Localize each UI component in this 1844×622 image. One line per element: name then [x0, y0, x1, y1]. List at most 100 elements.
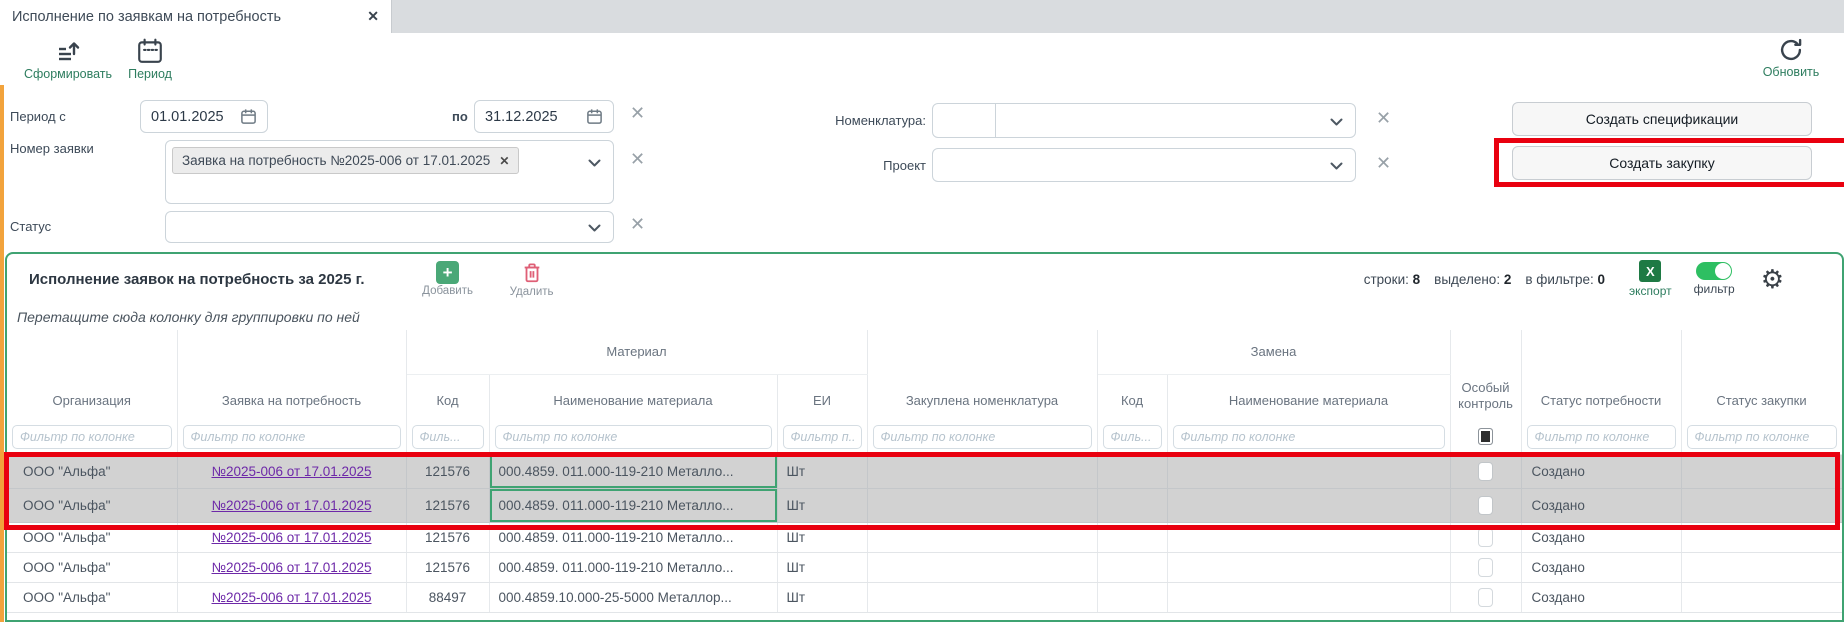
filter-checkbox-control[interactable] [1478, 428, 1493, 445]
filter-input-status-need[interactable] [1527, 425, 1676, 449]
date-picker-icon[interactable] [240, 108, 257, 125]
request-link[interactable]: №2025-006 от 17.01.2025 [212, 560, 372, 575]
toggle-on-icon[interactable] [1696, 262, 1732, 280]
group-header-material[interactable]: Материал [406, 330, 867, 374]
app-window: Исполнение по заявкам на потребность ✕ С… [0, 0, 1844, 622]
col-header-request[interactable]: Заявка на потребность [177, 330, 406, 420]
chevron-down-icon[interactable] [588, 159, 601, 167]
control-checkbox[interactable] [1478, 558, 1493, 577]
cell-unit: Шт [777, 454, 867, 488]
clear-period-icon[interactable]: ✕ [630, 104, 645, 122]
cell-material[interactable]: 000.4859. 011.000-119-210 Металло... [489, 488, 777, 522]
filter-input-unit[interactable] [783, 425, 862, 449]
calendar-icon [136, 37, 164, 65]
generate-button[interactable]: Сформировать [18, 37, 118, 81]
cell-request: №2025-006 от 17.01.2025 [177, 582, 406, 612]
clear-nomenclature-icon[interactable]: ✕ [1376, 109, 1391, 127]
filter-input-code[interactable] [412, 425, 484, 449]
nomenclature-select[interactable] [932, 103, 1356, 138]
project-select[interactable] [932, 148, 1356, 182]
filter-toggle[interactable]: фильтр [1694, 262, 1735, 296]
col-header-status-purchase[interactable]: Статус закупки [1681, 330, 1842, 420]
create-purchase-button[interactable]: Создать закупку [1512, 146, 1812, 180]
table-row[interactable]: ООО "Альфа" №2025-006 от 17.01.2025 1215… [7, 488, 1842, 522]
request-number-select[interactable]: Заявка на потребность №2025-006 от 17.01… [165, 140, 614, 204]
control-checkbox[interactable] [1478, 462, 1493, 481]
filter-input-purchased[interactable] [873, 425, 1092, 449]
request-link[interactable]: №2025-006 от 17.01.2025 [212, 530, 372, 545]
cell-material[interactable]: 000.4859.10.000-25-5000 Металлор... [489, 582, 777, 612]
control-checkbox[interactable] [1478, 588, 1493, 607]
cell-status-need: Создано [1521, 552, 1681, 582]
period-to-input[interactable]: 31.12.2025 [474, 100, 614, 133]
refresh-button[interactable]: Обновить [1748, 37, 1834, 79]
refresh-icon [1778, 37, 1804, 63]
generate-label: Сформировать [24, 67, 112, 81]
request-link[interactable]: №2025-006 от 17.01.2025 [212, 590, 372, 605]
col-header-code[interactable]: Код [406, 374, 489, 420]
control-checkbox[interactable] [1478, 528, 1493, 547]
status-select[interactable] [165, 211, 614, 243]
export-excel-button[interactable]: X экспорт [1629, 260, 1672, 298]
table-row[interactable]: ООО "Альфа" №2025-006 от 17.01.2025 1215… [7, 522, 1842, 552]
delete-row-button[interactable]: Удалить [499, 261, 565, 298]
rows-count: строки: 8 [1364, 272, 1420, 287]
clear-status-icon[interactable]: ✕ [630, 215, 645, 233]
filter-input-material[interactable] [495, 425, 772, 449]
col-header-organization[interactable]: Организация [7, 330, 177, 420]
table-row[interactable]: ООО "Альфа" №2025-006 от 17.01.2025 1215… [7, 552, 1842, 582]
filter-input-material2[interactable] [1173, 425, 1445, 449]
gear-icon[interactable]: ⚙ [1761, 266, 1784, 292]
cell-material[interactable]: 000.4859. 011.000-119-210 Металло... [489, 522, 777, 552]
period-to-label: по [452, 109, 468, 124]
period-from-value: 01.01.2025 [151, 109, 240, 125]
col-header-unit[interactable]: ЕИ [777, 374, 867, 420]
tab-title: Исполнение по заявкам на потребность [12, 9, 357, 25]
period-to-value: 31.12.2025 [485, 109, 586, 125]
data-grid: Организация Заявка на потребность Матери… [7, 330, 1843, 613]
grid-stats: строки: 8 выделено: 2 в фильтре: 0 [1364, 272, 1605, 287]
cell-status-purchase [1681, 522, 1842, 552]
cell-control [1450, 488, 1521, 522]
cell-material[interactable]: 000.4859. 011.000-119-210 Металло... [489, 552, 777, 582]
filter-input-code2[interactable] [1103, 425, 1162, 449]
col-header-material-name2[interactable]: Наименование материала [1167, 374, 1450, 420]
export-label: экспорт [1629, 284, 1672, 298]
date-picker-icon[interactable] [586, 108, 603, 125]
filter-input-request[interactable] [183, 425, 401, 449]
tab-active[interactable]: Исполнение по заявкам на потребность ✕ [0, 0, 392, 33]
cell-material[interactable]: 000.4859. 011.000-119-210 Металло... [489, 454, 777, 488]
filter-toggle-label: фильтр [1694, 282, 1735, 296]
nomenclature-label: Номенклатура: [770, 113, 926, 128]
col-header-purchased[interactable]: Закуплена номенклатура [867, 330, 1097, 420]
clear-request-icon[interactable]: ✕ [630, 150, 645, 168]
cell-code: 121576 [406, 454, 489, 488]
tab-close-icon[interactable]: ✕ [367, 8, 379, 25]
delete-label: Удалить [510, 286, 554, 298]
period-from-input[interactable]: 01.01.2025 [140, 100, 268, 133]
cell-status-need: Создано [1521, 582, 1681, 612]
filtered-count: в фильтре: 0 [1525, 272, 1605, 287]
chevron-down-icon[interactable] [1330, 162, 1343, 170]
clear-project-icon[interactable]: ✕ [1376, 154, 1391, 172]
filter-input-organization[interactable] [12, 425, 172, 449]
control-checkbox[interactable] [1478, 496, 1493, 515]
left-accent-bar [0, 85, 4, 622]
request-tag-remove-icon[interactable]: ✕ [499, 154, 509, 168]
chevron-down-icon[interactable] [588, 224, 601, 232]
col-header-code2[interactable]: Код [1097, 374, 1167, 420]
chevron-down-icon[interactable] [1330, 118, 1343, 126]
col-header-control[interactable]: Особый контроль [1450, 330, 1521, 420]
create-specifications-button[interactable]: Создать спецификации [1512, 102, 1812, 136]
group-header-replacement[interactable]: Замена [1097, 330, 1450, 374]
col-header-material-name[interactable]: Наименование материала [489, 374, 777, 420]
request-link[interactable]: №2025-006 от 17.01.2025 [212, 464, 372, 479]
request-link[interactable]: №2025-006 от 17.01.2025 [212, 498, 372, 513]
add-row-button[interactable]: + Добавить [415, 261, 481, 297]
period-label: Период [128, 67, 172, 81]
table-row[interactable]: ООО "Альфа" №2025-006 от 17.01.2025 1215… [7, 454, 1842, 488]
filter-input-status-purchase[interactable] [1687, 425, 1837, 449]
period-button[interactable]: Период [122, 37, 178, 81]
col-header-status-need[interactable]: Статус потребности [1521, 330, 1681, 420]
table-row[interactable]: ООО "Альфа" №2025-006 от 17.01.2025 8849… [7, 582, 1842, 612]
